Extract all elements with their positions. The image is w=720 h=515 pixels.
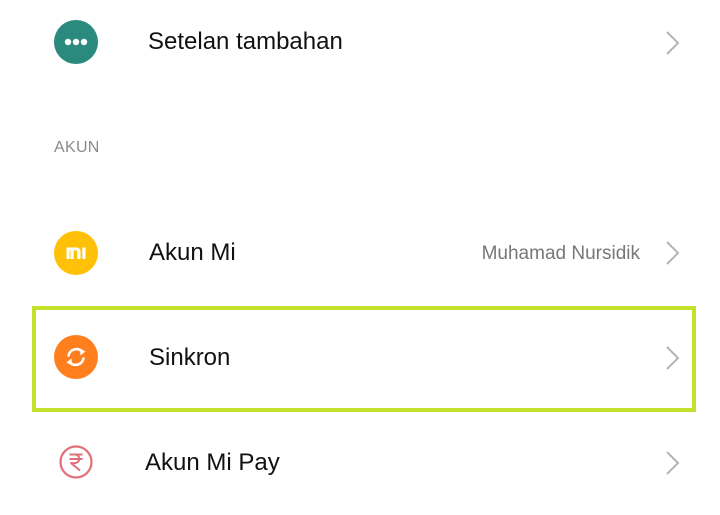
chevron-right-icon [666,31,680,55]
more-dots-icon [54,20,98,64]
settings-item-label: Akun Mi Pay [145,449,280,476]
section-header-account: AKUN [54,139,100,156]
settings-item-additional[interactable]: Setelan tambahan [0,0,720,90]
chevron-right-icon [666,241,680,265]
settings-item-label: Setelan tambahan [148,28,343,55]
chevron-right-icon [666,346,680,370]
chevron-right-icon [666,451,680,475]
settings-item-sync[interactable]: Sinkron [0,313,720,403]
settings-item-mi-account[interactable]: Akun Mi Muhamad Nursidik [0,208,720,298]
settings-item-mi-pay-account[interactable]: Akun Mi Pay [0,418,720,508]
account-name-value: Muhamad Nursidik [481,243,640,264]
mi-logo-icon [54,231,98,275]
settings-item-label: Sinkron [149,344,231,371]
rupee-icon [56,442,96,482]
settings-item-label: Akun Mi [149,239,236,266]
sync-icon [54,335,98,379]
